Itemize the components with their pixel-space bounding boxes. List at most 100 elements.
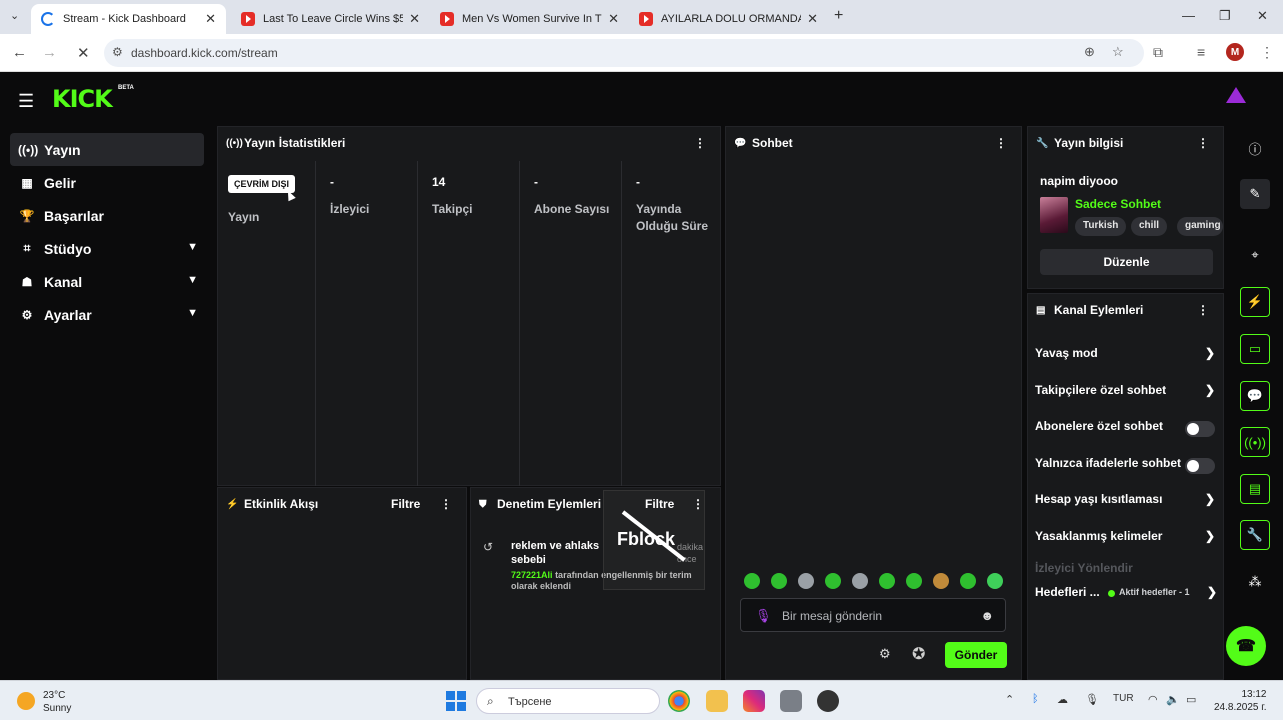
edit-button[interactable]: Düzenle: [1040, 249, 1213, 275]
bluetooth-icon[interactable]: ᛒ: [1032, 693, 1039, 705]
emote-icon[interactable]: [852, 573, 868, 589]
send-button[interactable]: Gönder: [945, 642, 1007, 668]
stream-category[interactable]: Sadece Sohbet: [1075, 197, 1161, 211]
chrome-icon[interactable]: [668, 690, 690, 712]
browser-menu-icon[interactable]: ⋮: [1260, 44, 1274, 61]
action-slow-mode[interactable]: Yavaş mod ❯: [1035, 346, 1215, 366]
emote-icon[interactable]: [798, 573, 814, 589]
emote-icon[interactable]: [960, 573, 976, 589]
edit-pencil-icon[interactable]: ✎: [1240, 179, 1270, 209]
sidebar-item-label: Ayarlar: [44, 306, 92, 323]
subscribers-only-toggle[interactable]: [1185, 421, 1215, 437]
tab-kick-dashboard[interactable]: Stream - Kick Dashboard ✕: [31, 4, 226, 34]
close-tab-icon[interactable]: ✕: [409, 11, 420, 27]
emote-icon[interactable]: [933, 573, 949, 589]
chat-extras-icon[interactable]: ✪: [912, 644, 925, 664]
more-options-icon[interactable]: ⋮: [995, 136, 1007, 150]
more-options-icon[interactable]: ⋮: [694, 136, 706, 150]
weather-widget[interactable]: 23°C Sunny: [43, 689, 71, 715]
forward-icon[interactable]: →: [42, 44, 57, 61]
profile-avatar[interactable]: M: [1226, 43, 1244, 61]
layout-icon[interactable]: ▤: [1240, 474, 1270, 504]
app-icon[interactable]: [817, 690, 839, 712]
document-icon[interactable]: ▭: [1240, 334, 1270, 364]
site-info-icon[interactable]: ⚙: [112, 45, 123, 59]
info-icon[interactable]: ⓘ: [1240, 133, 1270, 163]
lightning-icon[interactable]: ⚡: [1240, 287, 1270, 317]
more-options-icon[interactable]: ⋮: [1197, 136, 1209, 150]
microphone-icon[interactable]: 🎙: [755, 608, 772, 624]
url-field[interactable]: ⚙ dashboard.kick.com/stream ⊕ ☆: [104, 39, 1144, 67]
chat-bubble-icon[interactable]: 💬: [1240, 381, 1270, 411]
chat-message-input[interactable]: 🎙 Bir mesaj gönderin ☻: [740, 598, 1006, 632]
tab-youtube-1[interactable]: Last To Leave Circle Wins $500,0 ✕: [231, 4, 430, 34]
goals-item[interactable]: Hedefleri ...: [1035, 585, 1100, 599]
emote-icon[interactable]: [987, 573, 1003, 589]
action-label: Yavaş mod: [1035, 346, 1098, 360]
emoji-icon[interactable]: ☻: [980, 608, 994, 623]
kick-logo[interactable]: KICK: [52, 85, 113, 113]
sidebar-item-yayin[interactable]: ((•)) Yayın: [10, 133, 204, 166]
weather-sun-icon[interactable]: [17, 692, 35, 710]
emote-icon[interactable]: [744, 573, 760, 589]
undo-icon[interactable]: ↺: [483, 540, 493, 554]
sidebar-item-ayarlar[interactable]: ⚙ Ayarlar ▼: [10, 298, 204, 331]
broadcast-icon[interactable]: ((•)): [1240, 427, 1270, 457]
menu-icon[interactable]: ☰: [18, 91, 34, 112]
action-followers-only[interactable]: Takipçilere özel sohbet ❯: [1035, 383, 1215, 403]
emote-icon[interactable]: [771, 573, 787, 589]
minimize-icon[interactable]: —: [1182, 8, 1195, 23]
app-icon[interactable]: [780, 690, 802, 712]
clock[interactable]: 13:12 24.8.2025 г.: [1214, 688, 1266, 714]
back-icon[interactable]: ←: [12, 44, 27, 61]
translate-icon[interactable]: ⊕: [1084, 44, 1095, 60]
bookmark-star-icon[interactable]: ☆: [1112, 44, 1124, 60]
tab-youtube-3[interactable]: AYILARLA DOLU ORMANDA HA ✕: [629, 4, 828, 34]
tray-chevron-icon[interactable]: ⌃: [1005, 693, 1014, 706]
sidebar-item-basarilar[interactable]: 🏆 Başarılar: [10, 199, 204, 232]
new-tab-icon[interactable]: +: [834, 7, 843, 25]
extensions-icon[interactable]: ⧉: [1153, 44, 1163, 61]
media-icon[interactable]: ≡: [1197, 44, 1205, 60]
emote-icon[interactable]: [906, 573, 922, 589]
more-options-icon[interactable]: ⋮: [440, 497, 452, 511]
more-options-icon[interactable]: ⋮: [1197, 303, 1209, 317]
file-explorer-icon[interactable]: [706, 690, 728, 712]
taskbar-search[interactable]: ⌕ Търсене: [476, 688, 660, 714]
wrench-icon[interactable]: 🔧: [1240, 520, 1270, 550]
emote-icon[interactable]: [825, 573, 841, 589]
filter-button[interactable]: Filtre: [391, 497, 420, 511]
wifi-icon[interactable]: ◠: [1148, 693, 1158, 706]
support-button[interactable]: ☎: [1226, 626, 1266, 666]
microphone-icon[interactable]: 🎙: [1085, 693, 1099, 706]
close-tab-icon[interactable]: ✕: [608, 11, 619, 27]
close-tab-icon[interactable]: ✕: [205, 11, 216, 27]
battery-icon[interactable]: ▭: [1186, 693, 1196, 706]
network-icon[interactable]: ☁: [1057, 693, 1068, 706]
start-button[interactable]: [446, 691, 466, 711]
action-account-age[interactable]: Hesap yaşı kısıtlaması ❯: [1035, 492, 1215, 512]
channel-icon: ☗: [21, 274, 33, 289]
volume-icon[interactable]: 🔈: [1166, 693, 1180, 706]
sidebar-item-gelir[interactable]: ▦ Gelir: [10, 166, 204, 199]
chat-settings-icon[interactable]: ⚙: [879, 646, 891, 662]
action-banned-words[interactable]: Yasaklanmış kelimeler ❯: [1035, 529, 1215, 549]
tab-search-icon[interactable]: ⌄: [10, 9, 19, 22]
tab-youtube-2[interactable]: Men Vs Women Survive In The ✕: [430, 4, 629, 34]
sidebar-item-kanal[interactable]: ☗ Kanal ▼: [10, 265, 204, 298]
instagram-icon[interactable]: [743, 690, 765, 712]
stop-loading-icon[interactable]: ✕: [77, 44, 90, 62]
emote-icon[interactable]: [879, 573, 895, 589]
close-window-icon[interactable]: ✕: [1257, 8, 1268, 24]
shapes-icon[interactable]: ⁂: [1240, 567, 1270, 597]
focus-icon[interactable]: ⌖: [1240, 240, 1270, 270]
sidebar-item-studyo[interactable]: ⌗ Stüdyo ▼: [10, 232, 204, 265]
chevron-right-icon[interactable]: ❯: [1207, 585, 1217, 599]
emotes-only-toggle[interactable]: [1185, 458, 1215, 474]
restore-icon[interactable]: ❐: [1219, 8, 1231, 24]
close-tab-icon[interactable]: ✕: [807, 11, 818, 27]
actions-icon: ▤: [1036, 304, 1046, 316]
profile-triangle-icon[interactable]: [1226, 87, 1246, 103]
broadcast-icon: ((•)): [226, 137, 243, 149]
language-indicator[interactable]: TUR: [1113, 693, 1134, 704]
